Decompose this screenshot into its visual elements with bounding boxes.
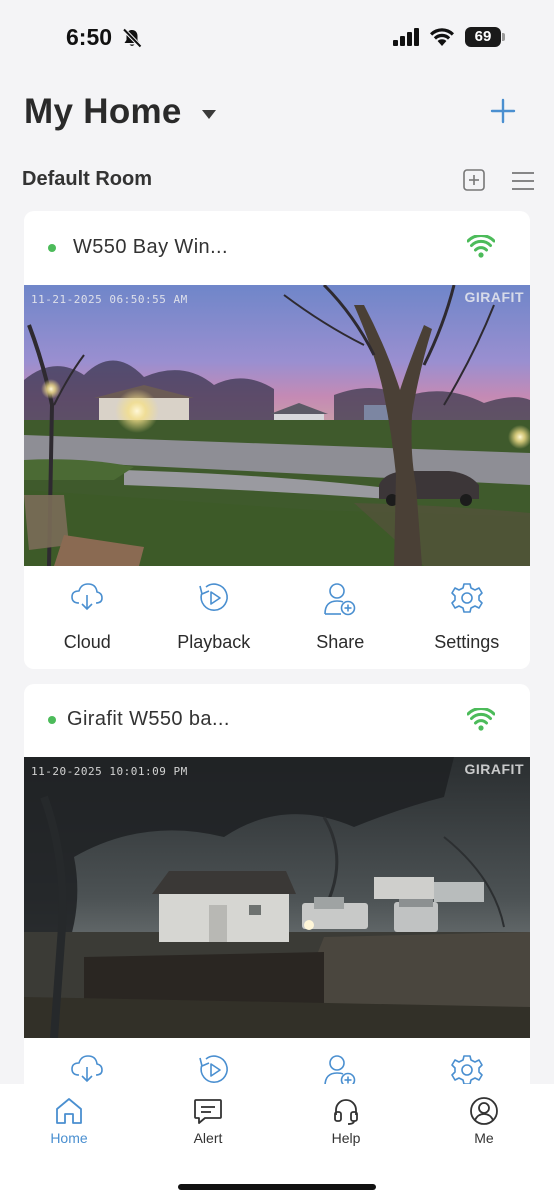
share-user-icon bbox=[324, 583, 356, 616]
cloud-label: Cloud bbox=[63, 632, 111, 652]
nav-help[interactable]: Help bbox=[306, 1096, 386, 1146]
camera-name: W550 Bay Win... bbox=[73, 236, 228, 258]
bottom-nav: Home Alert Help Me bbox=[0, 1084, 554, 1200]
nav-help-label: Help bbox=[331, 1130, 361, 1146]
camera-card: W550 Bay Win... 11-21-2025 06:50:55 AM G… bbox=[24, 211, 530, 669]
camera-live-feed[interactable]: 11-20-2025 10:01:09 PM GIRAFIT bbox=[24, 757, 530, 1038]
battery-level: 69 bbox=[465, 27, 501, 47]
status-time: 6:50 bbox=[66, 24, 113, 50]
nav-home[interactable]: Home bbox=[29, 1096, 109, 1146]
cloud-button[interactable]: Cloud bbox=[24, 566, 151, 669]
list-view-icon[interactable] bbox=[511, 170, 535, 192]
wifi-signal-icon bbox=[467, 235, 495, 258]
feed-watermark: GIRAFIT bbox=[464, 289, 524, 305]
feed-timestamp: 11-21-2025 06:50:55 AM bbox=[31, 293, 188, 306]
home-selector[interactable]: My Home bbox=[24, 90, 216, 134]
user-icon bbox=[470, 1097, 498, 1125]
camera-name: Girafit W550 ba... bbox=[67, 708, 230, 730]
wifi-status-icon bbox=[430, 28, 454, 46]
camera-live-feed[interactable]: 11-21-2025 06:50:55 AM GIRAFIT bbox=[24, 285, 530, 566]
settings-button[interactable]: Settings bbox=[404, 566, 531, 669]
home-indicator[interactable] bbox=[178, 1184, 376, 1190]
nav-alert-label: Alert bbox=[193, 1130, 223, 1146]
caret-down-icon bbox=[201, 109, 216, 119]
camera-actions: Cloud Playback Share Settings bbox=[24, 566, 530, 669]
room-title: Default Room bbox=[22, 168, 152, 190]
playback-icon bbox=[198, 583, 228, 611]
camera-header[interactable]: Girafit W550 ba... bbox=[24, 684, 530, 757]
camera-header[interactable]: W550 Bay Win... bbox=[24, 211, 530, 285]
bell-slash-icon bbox=[122, 28, 142, 48]
room-header: Default Room bbox=[22, 166, 538, 194]
cellular-signal-icon bbox=[393, 28, 419, 46]
status-bar: 6:50 69 bbox=[0, 0, 554, 70]
nav-me[interactable]: Me bbox=[444, 1096, 524, 1146]
camera-card: Girafit W550 ba... 11-20-2025 10:01:09 P… bbox=[24, 684, 530, 1104]
share-user-icon bbox=[324, 1055, 356, 1088]
camera-feed-image bbox=[24, 757, 530, 1038]
feed-watermark: GIRAFIT bbox=[464, 761, 524, 777]
page-title: My Home bbox=[24, 92, 182, 131]
add-device-button[interactable] bbox=[486, 94, 520, 128]
feed-timestamp: 11-20-2025 10:01:09 PM bbox=[31, 765, 188, 778]
online-status-dot bbox=[48, 716, 56, 724]
camera-feed-image bbox=[24, 285, 530, 566]
home-icon bbox=[56, 1098, 82, 1124]
grid-view-icon[interactable] bbox=[463, 169, 485, 191]
playback-icon bbox=[198, 1055, 228, 1083]
settings-label: Settings bbox=[434, 632, 500, 652]
share-label: Share bbox=[316, 632, 365, 652]
online-status-dot bbox=[48, 244, 56, 252]
wifi-signal-icon bbox=[467, 708, 495, 731]
cloud-icon bbox=[71, 1055, 104, 1083]
playback-button[interactable]: Playback bbox=[151, 566, 278, 669]
battery-icon: 69 bbox=[465, 27, 505, 47]
cloud-icon bbox=[71, 583, 104, 611]
nav-home-label: Home bbox=[50, 1130, 88, 1146]
alert-message-icon bbox=[194, 1099, 222, 1124]
nav-me-label: Me bbox=[474, 1130, 494, 1146]
gear-icon bbox=[450, 583, 483, 613]
gear-icon bbox=[450, 1055, 483, 1085]
playback-label: Playback bbox=[177, 632, 251, 652]
headset-icon bbox=[334, 1099, 358, 1125]
share-button[interactable]: Share bbox=[277, 566, 404, 669]
nav-alert[interactable]: Alert bbox=[168, 1096, 248, 1146]
